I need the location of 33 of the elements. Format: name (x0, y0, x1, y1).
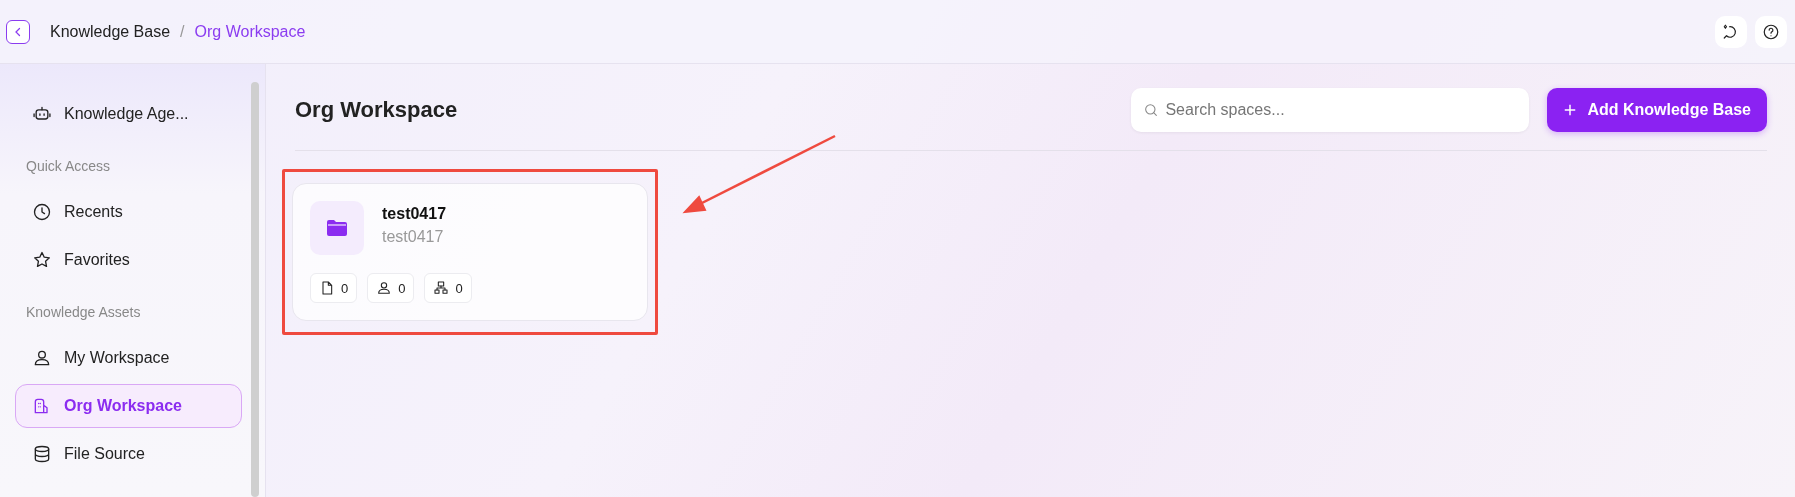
back-button[interactable] (6, 19, 30, 44)
section-heading: Quick Access (25, 157, 112, 176)
user-icon (376, 280, 393, 296)
stat-count: 0 (455, 280, 463, 296)
network-icon (433, 280, 450, 296)
breadcrumb-separator: / (180, 22, 185, 41)
search-field[interactable]: Search spaces... (1131, 88, 1530, 132)
sidebar-item[interactable]: Org Workspace (15, 384, 242, 428)
ai-refresh-button[interactable] (1715, 15, 1747, 48)
add-knowledge-base-button[interactable]: Add Knowledge Base (1547, 88, 1767, 132)
sidebar-item[interactable]: My Workspace (15, 336, 242, 380)
sidebar-item[interactable]: Favorites (15, 238, 242, 282)
help-icon (1762, 22, 1780, 41)
breadcrumb-link[interactable]: Org Workspace (194, 22, 306, 41)
star-icon (32, 250, 52, 270)
section-heading: Knowledge Assets (25, 303, 142, 322)
stat-count: 0 (341, 280, 349, 296)
sidebar-item[interactable]: File Source (15, 432, 242, 476)
sidebar-item[interactable]: Recents (15, 190, 242, 234)
card-title: test0417 (382, 205, 447, 223)
knowledge-base-card[interactable]: test0417 test0417 0 0 0 (292, 183, 648, 321)
card-description: test0417 (382, 228, 445, 246)
help-button[interactable] (1755, 15, 1787, 48)
plus-icon (1563, 103, 1578, 117)
breadcrumb-link[interactable]: Knowledge Base (50, 22, 171, 41)
sidebar-item[interactable]: Knowledge Age... (15, 92, 242, 136)
user-icon (32, 348, 52, 368)
scrollbar[interactable] (251, 82, 259, 497)
database-icon (32, 444, 52, 464)
clock-icon (32, 202, 52, 222)
page-title: Org Workspace (295, 97, 459, 123)
file-icon (319, 280, 335, 296)
stat-count: 0 (398, 280, 406, 296)
